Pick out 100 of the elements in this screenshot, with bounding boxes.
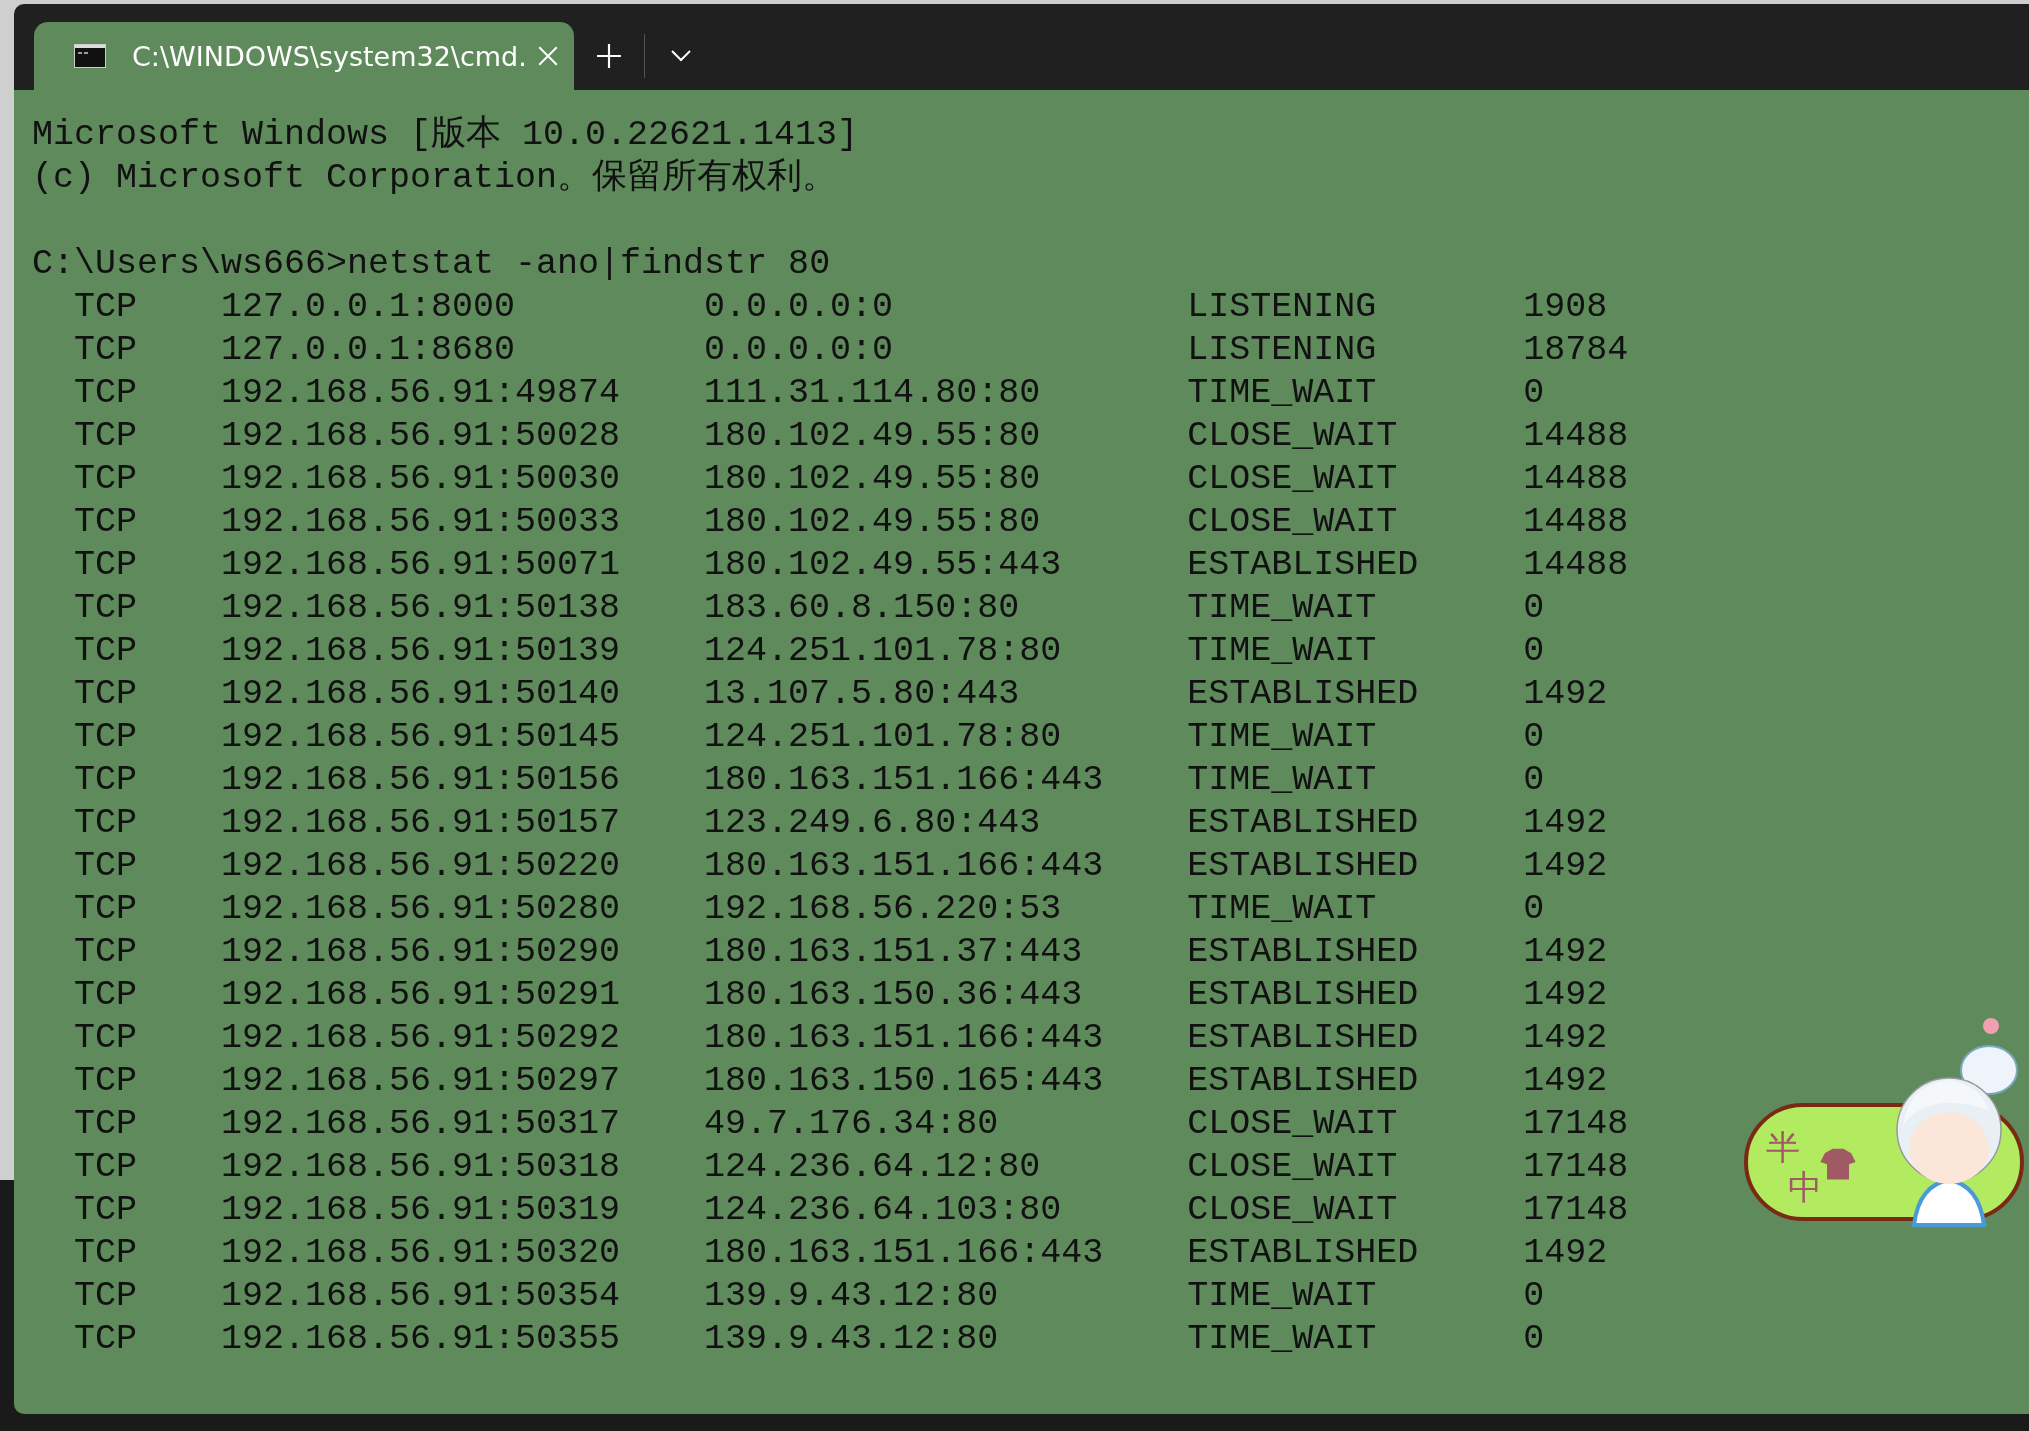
foreign-address-cell-text: 180.163.151.166:443 (704, 1232, 1105, 1275)
protocol-cell-text: TCP (74, 1275, 138, 1318)
protocol-cell-text: TCP (74, 372, 138, 415)
protocol-cell-text: TCP (74, 1232, 138, 1275)
foreign-address-cell-text: 180.102.49.55:80 (704, 458, 1042, 501)
local-address-cell-text: 192.168.56.91:49874 (221, 372, 622, 415)
pid-cell: 1492 (1523, 1060, 1608, 1103)
pid-cell: 0 (1523, 759, 1545, 802)
foreign-address-cell-text: 124.251.101.78:80 (704, 716, 1063, 759)
state-cell-text: ESTABLISHED (1187, 1232, 1420, 1275)
pid-cell: 0 (1523, 716, 1545, 759)
foreign-address-cell-text: 180.102.49.55:80 (704, 415, 1042, 458)
local-address-cell-text: 192.168.56.91:50290 (221, 931, 622, 974)
widget-character: 半 (1766, 1126, 1800, 1169)
state-cell-text: CLOSE_WAIT (1187, 1146, 1399, 1189)
protocol-cell-text: TCP (74, 1318, 138, 1361)
foreign-address-cell-text: 180.163.150.36:443 (704, 974, 1084, 1017)
local-address-cell-text: 192.168.56.91:50292 (221, 1017, 622, 1060)
terminal-tab[interactable]: C:\WINDOWS\system32\cmd. (34, 22, 574, 90)
foreign-address-cell-text: 192.168.56.220:53 (704, 888, 1063, 931)
local-address-cell-text: 192.168.56.91:50157 (221, 802, 622, 845)
close-icon[interactable] (536, 45, 559, 67)
protocol-cell-text: TCP (74, 458, 138, 501)
foreign-address-cell-text: 13.107.5.80:443 (704, 673, 1021, 716)
protocol-cell-text: TCP (74, 845, 138, 888)
foreign-address-cell-text: 180.163.151.166:443 (704, 845, 1105, 888)
state-cell-text: CLOSE_WAIT (1187, 1189, 1399, 1232)
local-address-cell-text: 127.0.0.1:8000 (221, 286, 517, 329)
protocol-cell-text: TCP (74, 673, 138, 716)
pid-cell: 0 (1523, 630, 1545, 673)
local-address-cell-text: 192.168.56.91:50355 (221, 1318, 622, 1361)
state-cell-text: CLOSE_WAIT (1187, 501, 1399, 544)
local-address-cell-text: 192.168.56.91:50030 (221, 458, 622, 501)
local-address-cell-text: 192.168.56.91:50291 (221, 974, 622, 1017)
foreign-address-cell-text: 180.163.151.166:443 (704, 1017, 1105, 1060)
pid-cell: 1492 (1523, 802, 1608, 845)
foreign-address-cell-text: 0.0.0.0:0 (704, 286, 895, 329)
local-address-cell-text: 192.168.56.91:50354 (221, 1275, 622, 1318)
local-address-cell-text: 192.168.56.91:50320 (221, 1232, 622, 1275)
foreign-address-cell-text: 49.7.176.34:80 (704, 1103, 1000, 1146)
local-address-cell-text: 192.168.56.91:50139 (221, 630, 622, 673)
pid-cell: 1908 (1523, 286, 1608, 329)
local-address-cell-text: 192.168.56.91:50138 (221, 587, 622, 630)
state-cell-text: TIME_WAIT (1187, 372, 1378, 415)
local-address-cell-text: 192.168.56.91:50319 (221, 1189, 622, 1232)
console-text: (c) Microsoft Corporation。保留所有权利。 (32, 157, 838, 200)
state-cell-text: ESTABLISHED (1187, 802, 1420, 845)
foreign-address-cell-text: 124.236.64.103:80 (704, 1189, 1063, 1232)
protocol-cell-text: TCP (74, 1103, 138, 1146)
local-address-cell-text: 192.168.56.91:50156 (221, 759, 622, 802)
pid-cell: 14488 (1523, 544, 1629, 587)
pid-cell: 0 (1523, 372, 1545, 415)
foreign-address-cell-text: 180.163.150.165:443 (704, 1060, 1105, 1103)
local-address-cell-text: 192.168.56.91:50297 (221, 1060, 622, 1103)
protocol-cell-text: TCP (74, 1060, 138, 1103)
local-address-cell-text: 192.168.56.91:50220 (221, 845, 622, 888)
protocol-cell-text: TCP (74, 1146, 138, 1189)
state-cell-text: ESTABLISHED (1187, 1060, 1420, 1103)
state-cell-text: CLOSE_WAIT (1187, 415, 1399, 458)
pid-cell: 14488 (1523, 458, 1629, 501)
state-cell-text: ESTABLISHED (1187, 974, 1420, 1017)
state-cell-text: ESTABLISHED (1187, 673, 1420, 716)
pid-cell: 1492 (1523, 931, 1608, 974)
local-address-cell-text: 192.168.56.91:50028 (221, 415, 622, 458)
foreign-address-cell-text: 0.0.0.0:0 (704, 329, 895, 372)
state-cell-text: ESTABLISHED (1187, 544, 1420, 587)
pid-cell: 1492 (1523, 1232, 1608, 1275)
pid-cell: 0 (1523, 587, 1545, 630)
chevron-down-icon[interactable] (671, 50, 691, 62)
state-cell-text: TIME_WAIT (1187, 888, 1378, 931)
protocol-cell-text: TCP (74, 587, 138, 630)
state-cell-text: CLOSE_WAIT (1187, 1103, 1399, 1146)
state-cell-text: TIME_WAIT (1187, 759, 1378, 802)
pid-cell: 14488 (1523, 501, 1629, 544)
add-icon[interactable] (596, 43, 622, 69)
foreign-address-cell-text: 139.9.43.12:80 (704, 1318, 1000, 1361)
protocol-cell-text: TCP (74, 974, 138, 1017)
pid-cell: 1492 (1523, 845, 1608, 888)
foreign-address-cell-text: 180.163.151.37:443 (704, 931, 1084, 974)
foreign-address-cell-text: 124.236.64.12:80 (704, 1146, 1042, 1189)
protocol-cell-text: TCP (74, 329, 138, 372)
local-address-cell-text: 192.168.56.91:50280 (221, 888, 622, 931)
protocol-cell-text: TCP (74, 716, 138, 759)
local-address-cell-text: 192.168.56.91:50140 (221, 673, 622, 716)
pid-cell: 1492 (1523, 974, 1608, 1017)
foreign-address-cell-text: 183.60.8.150:80 (704, 587, 1021, 630)
foreign-address-cell-text: 124.251.101.78:80 (704, 630, 1063, 673)
state-cell-text: LISTENING (1187, 329, 1378, 372)
foreign-address-cell-text: 111.31.114.80:80 (704, 372, 1042, 415)
pid-cell: 0 (1523, 888, 1545, 931)
local-address-cell-text: 192.168.56.91:50318 (221, 1146, 622, 1189)
state-cell-text: ESTABLISHED (1187, 845, 1420, 888)
widget-character: 中 (1788, 1166, 1822, 1209)
console-text: Microsoft Windows [版本 10.0.22621.1413] (32, 114, 859, 157)
protocol-cell-text: TCP (74, 415, 138, 458)
foreign-address-cell-text: 180.102.49.55:80 (704, 501, 1042, 544)
state-cell-text: CLOSE_WAIT (1187, 458, 1399, 501)
foreign-address-cell-text: 180.102.49.55:443 (704, 544, 1063, 587)
protocol-cell-text: TCP (74, 759, 138, 802)
state-cell-text: TIME_WAIT (1187, 630, 1378, 673)
